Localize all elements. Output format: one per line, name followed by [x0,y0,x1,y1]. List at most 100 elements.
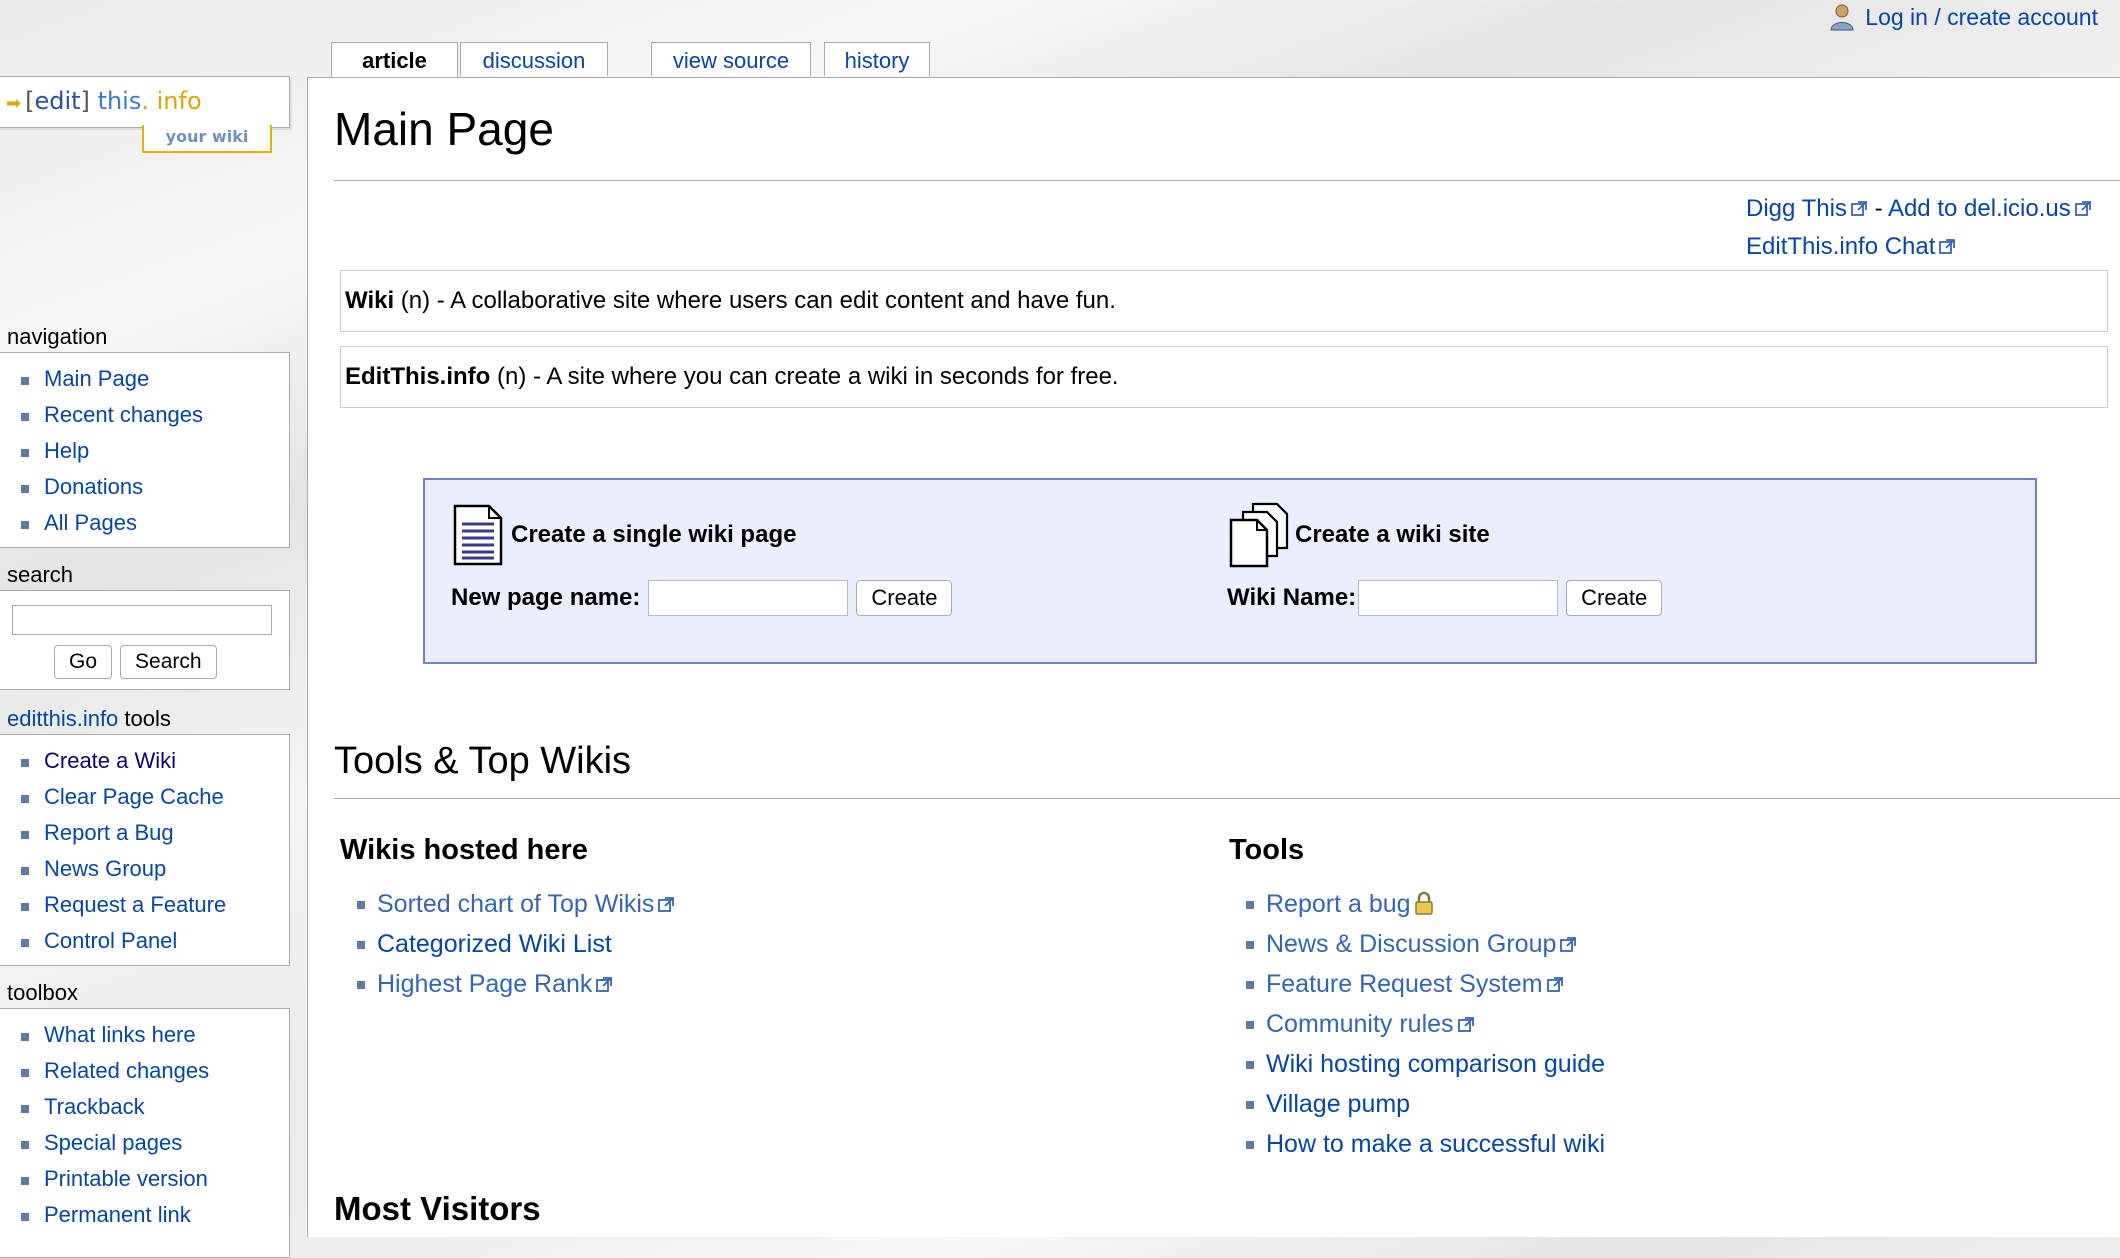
list-item[interactable]: Sorted chart of Top Wikis [340,884,675,924]
tab-article-label: article [362,48,427,73]
tab-discussion-label: discussion [482,48,586,73]
share-separator: - [1867,195,1888,222]
search-input[interactable] [12,605,272,635]
tools-link[interactable]: Clear Page Cache [44,784,224,809]
tool-link[interactable]: Community rules [1266,1010,1454,1038]
list-item[interactable]: Report a bug [1229,884,1605,924]
wiki-link[interactable]: Sorted chart of Top Wikis [377,890,654,918]
tools-item-report-bug[interactable]: Report a Bug [0,815,289,851]
nav-item-help[interactable]: Help [0,433,289,469]
wiki-name-label: Wiki Name: [1227,584,1357,611]
section-heading-tools-top-wikis: Tools & Top Wikis [334,740,2120,799]
nav-item-main-page[interactable]: Main Page [0,361,289,397]
list-item[interactable]: How to make a successful wiki [1229,1124,1605,1164]
user-bar: Log in / create account [1829,0,2120,34]
list-item[interactable]: Feature Request System [1229,964,1605,1004]
tab-view-source[interactable]: view source [651,42,811,76]
navigation-portlet: navigation Main Page Recent changes Help… [0,322,290,548]
list-item[interactable]: Categorized Wiki List [340,924,675,964]
wikis-hosted-list: Sorted chart of Top Wikis Categorized Wi… [340,884,675,1004]
toolbox-link[interactable]: Special pages [44,1130,182,1155]
login-link[interactable]: Log in / create account [1865,4,2098,31]
toolbox-link[interactable]: Trackback [44,1094,145,1119]
toolbox-link[interactable]: What links here [44,1022,196,1047]
tool-link[interactable]: Feature Request System [1266,970,1543,998]
tools-title: editthis.info tools [0,704,290,734]
navigation-title: navigation [7,324,108,349]
create-page-button[interactable]: Create [856,580,953,616]
nav-link[interactable]: Main Page [44,366,149,391]
tab-discussion[interactable]: discussion [460,42,608,76]
external-link-icon [1457,1017,1474,1032]
tools-item-request-feature[interactable]: Request a Feature [0,887,289,923]
tools-item-clear-cache[interactable]: Clear Page Cache [0,779,289,815]
tool-link[interactable]: News & Discussion Group [1266,930,1556,958]
logo-arrow-icon: ➡ [6,93,22,114]
create-page-title: Create a single wiki page [511,521,797,548]
delicious-link[interactable]: Add to del.icio.us [1888,195,2071,222]
tools-link[interactable]: Control Panel [44,928,177,953]
tool-link[interactable]: Wiki hosting comparison guide [1266,1050,1605,1078]
toolbox-item-printable-version[interactable]: Printable version [0,1161,289,1197]
new-page-name-input[interactable] [648,580,849,616]
share-links: Digg This - Add to del.icio.us EditThis.… [1746,190,2120,266]
nav-item-donations[interactable]: Donations [0,469,289,505]
nav-item-all-pages[interactable]: All Pages [0,505,289,541]
toolbox-link[interactable]: Printable version [44,1166,208,1191]
tools-title-link[interactable]: editthis.info [7,706,118,731]
create-site-button[interactable]: Create [1566,580,1663,616]
create-single-page: Create a single wiki page New page name:… [451,504,953,616]
search-portlet: search Go Search [0,560,290,690]
tools-item-control-panel[interactable]: Control Panel [0,923,289,959]
logo-this: this [97,87,142,115]
tools-link[interactable]: News Group [44,856,166,881]
lock-icon [1414,891,1433,915]
toolbox-item-special-pages[interactable]: Special pages [0,1125,289,1161]
wiki-link[interactable]: Highest Page Rank [377,970,592,998]
documents-icon [1229,502,1289,568]
list-item[interactable]: Highest Page Rank [340,964,675,1004]
toolbox-link[interactable]: Permanent link [44,1202,191,1227]
tools-item-news-group[interactable]: News Group [0,851,289,887]
tool-link[interactable]: How to make a successful wiki [1266,1130,1605,1158]
list-item[interactable]: Wiki hosting comparison guide [1229,1044,1605,1084]
create-box: Create a single wiki page New page name:… [423,478,2037,664]
chat-link[interactable]: EditThis.info Chat [1746,233,1935,260]
list-item[interactable]: Village pump [1229,1084,1605,1124]
definition-term: Wiki [345,287,395,314]
site-logo[interactable]: ➡ [edit] this. info your wiki [0,76,290,153]
toolbox-item-permanent-link[interactable]: Permanent link [0,1197,289,1233]
list-item[interactable]: News & Discussion Group [1229,924,1605,964]
tool-link[interactable]: Village pump [1266,1090,1410,1118]
go-button[interactable]: Go [54,645,113,679]
toolbox-title: toolbox [7,980,78,1005]
list-item[interactable]: Community rules [1229,1004,1605,1044]
tab-history[interactable]: history [824,42,930,76]
toolbox-item-what-links-here[interactable]: What links here [0,1017,289,1053]
toolbox-link[interactable]: Related changes [44,1058,209,1083]
tab-article[interactable]: article [331,42,458,79]
toolbox-item-related-changes[interactable]: Related changes [0,1053,289,1089]
wiki-link[interactable]: Categorized Wiki List [377,930,612,958]
nav-item-recent-changes[interactable]: Recent changes [0,397,289,433]
tools-link[interactable]: Create a Wiki [44,748,176,773]
toolbox-item-trackback[interactable]: Trackback [0,1089,289,1125]
tools-list: Report a bug News & Discussion Group Fea… [1229,884,1605,1164]
nav-link[interactable]: Help [44,438,89,463]
nav-link[interactable]: Donations [44,474,143,499]
most-visitors-heading: Most Visitors [334,1190,541,1227]
tools-link[interactable]: Report a Bug [44,820,174,845]
toolbox-portlet: toolbox What links here Related changes … [0,978,290,1258]
nav-link[interactable]: Recent changes [44,402,203,427]
definition-term: EditThis.info [345,363,491,390]
tools-item-create-wiki[interactable]: Create a Wiki [0,743,289,779]
wikis-hosted-heading: Wikis hosted here [340,834,588,866]
search-button[interactable]: Search [120,645,217,679]
logo-edit: edit [34,87,81,115]
tool-link[interactable]: Report a bug [1266,890,1411,918]
tools-link[interactable]: Request a Feature [44,892,226,917]
digg-link[interactable]: Digg This [1746,195,1847,222]
tab-history-label: history [844,48,910,73]
nav-link[interactable]: All Pages [44,510,137,535]
wiki-name-input[interactable] [1358,580,1559,616]
